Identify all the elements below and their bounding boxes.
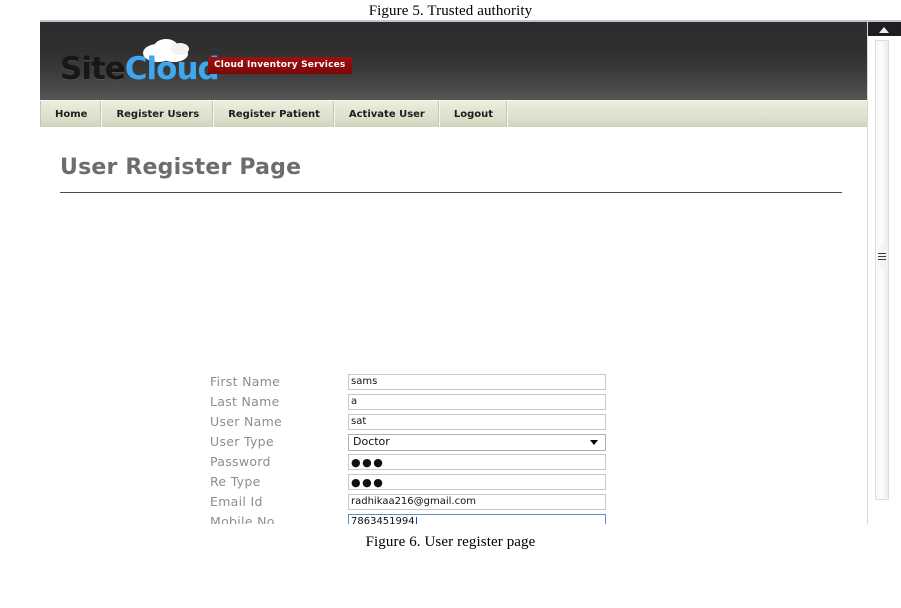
nav-item-label: Register Users — [116, 109, 199, 120]
form-row-mobile-no: Mobile No 7863451994 — [210, 512, 606, 524]
scrollbar-up-area[interactable] — [868, 22, 901, 36]
nav-item-activate-user[interactable]: Activate User — [335, 101, 440, 127]
user-type-value: Doctor — [353, 435, 390, 449]
password-label: Password — [210, 452, 348, 472]
email-label: Email Id — [210, 492, 348, 512]
scrollbar-thumb[interactable] — [876, 244, 888, 270]
vertical-scrollbar[interactable] — [867, 22, 901, 524]
figure-caption-top: Figure 5. Trusted authority — [0, 3, 901, 20]
logo-text-site: Site — [60, 51, 125, 87]
text-caret — [416, 517, 417, 525]
user-name-value: sat — [351, 415, 366, 429]
user-name-input[interactable]: sat — [348, 414, 606, 430]
sitecloud-logo[interactable]: SiteCloud — [60, 38, 210, 90]
nav-item-register-users[interactable]: Register Users — [102, 101, 214, 127]
page-title: User Register Page — [60, 155, 301, 180]
scrollbar-grip-icon — [878, 253, 886, 261]
email-value: radhikaa216@gmail.com — [351, 495, 476, 509]
main-navigation: Home Register Users Register Patient Act… — [40, 100, 868, 127]
title-divider — [60, 192, 842, 193]
figure-caption-bottom: Figure 6. User register page — [0, 534, 901, 551]
nav-item-label: Logout — [454, 109, 493, 120]
user-name-label: User Name — [210, 412, 348, 432]
logo-text-cloud: Cloud — [125, 51, 219, 87]
mobile-no-value: 7863451994 — [351, 515, 415, 524]
mobile-no-input[interactable]: 7863451994 — [348, 514, 606, 524]
retype-password-label: Re Type — [210, 472, 348, 492]
mobile-no-label: Mobile No — [210, 512, 348, 524]
password-value: ●●● — [351, 457, 384, 468]
form-row-user-name: User Name sat — [210, 412, 606, 432]
user-type-select[interactable]: Doctor — [348, 434, 606, 451]
password-input[interactable]: ●●● — [348, 454, 606, 470]
page-content: User Register Page First Name sams Last … — [40, 127, 868, 524]
last-name-label: Last Name — [210, 392, 348, 412]
nav-filler — [508, 101, 868, 127]
form-row-last-name: Last Name a — [210, 392, 606, 412]
last-name-input[interactable]: a — [348, 394, 606, 410]
first-name-input[interactable]: sams — [348, 374, 606, 390]
nav-item-label: Register Patient — [228, 109, 320, 120]
user-register-form: First Name sams Last Name a User Name sa… — [210, 372, 606, 524]
site-header: SiteCloud Cloud Inventory Services — [40, 22, 868, 100]
arrow-up-icon — [879, 27, 889, 33]
scrollbar-track[interactable] — [875, 40, 889, 500]
logo-text: SiteCloud — [60, 52, 219, 86]
chevron-down-icon — [590, 440, 598, 445]
first-name-label: First Name — [210, 372, 348, 392]
nav-item-home[interactable]: Home — [40, 101, 102, 127]
form-row-retype-password: Re Type ●●● — [210, 472, 606, 492]
cloud-inventory-services-badge: Cloud Inventory Services — [208, 57, 352, 74]
nav-item-logout[interactable]: Logout — [440, 101, 508, 127]
form-row-password: Password ●●● — [210, 452, 606, 472]
retype-password-input[interactable]: ●●● — [348, 474, 606, 490]
last-name-value: a — [351, 395, 357, 409]
form-row-email: Email Id radhikaa216@gmail.com — [210, 492, 606, 512]
user-type-label: User Type — [210, 432, 348, 452]
first-name-value: sams — [351, 375, 377, 389]
browser-page: SiteCloud Cloud Inventory Services Home … — [40, 20, 901, 524]
nav-item-register-patient[interactable]: Register Patient — [214, 101, 335, 127]
nav-item-label: Home — [55, 109, 87, 120]
email-input[interactable]: radhikaa216@gmail.com — [348, 494, 606, 510]
nav-item-label: Activate User — [349, 109, 425, 120]
form-row-first-name: First Name sams — [210, 372, 606, 392]
form-row-user-type: User Type Doctor — [210, 432, 606, 452]
retype-password-value: ●●● — [351, 477, 384, 488]
